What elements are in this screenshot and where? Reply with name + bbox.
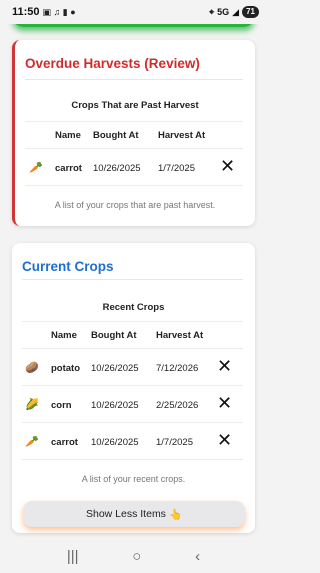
crop-name: corn (51, 400, 72, 411)
harvest-date: 1/7/2025 (156, 437, 193, 448)
current-title: Current Crops (22, 259, 114, 274)
delete-icon[interactable]: ✕ (217, 431, 232, 449)
divider (25, 79, 243, 80)
divider (22, 422, 243, 423)
harvest-date: 7/12/2026 (156, 363, 199, 374)
column-header-bought: Bought At (93, 130, 139, 141)
divider (22, 348, 243, 349)
recents-icon[interactable]: ||| (67, 548, 79, 565)
network-label: 5G (217, 7, 230, 17)
status-bar: 11:50 ▣ ♫ ▮ ● ⌖ 5G ◢ 71 (0, 0, 267, 24)
home-icon[interactable]: ○ (132, 548, 141, 565)
navigation-bar: ||| ○ ‹ (0, 540, 267, 573)
overdue-footnote: A list of your crops that are past harve… (54, 200, 216, 210)
pointing-up-icon: 👆 (168, 508, 183, 521)
potato-icon: 🥔 (25, 362, 39, 374)
column-header-bought: Bought At (91, 330, 137, 341)
column-header-harvest: Harvest At (158, 130, 206, 141)
divider (22, 279, 243, 280)
overdue-table-caption: Crops That are Past Harvest (71, 100, 199, 111)
divider (22, 459, 243, 460)
column-header-harvest: Harvest At (156, 330, 204, 341)
delete-icon[interactable]: ✕ (220, 157, 235, 175)
divider (22, 321, 243, 322)
delete-icon[interactable]: ✕ (217, 357, 232, 375)
harvest-date: 2/25/2026 (156, 400, 199, 411)
current-crops-card: Current Crops Recent Crops Name Bought A… (12, 243, 255, 533)
back-icon[interactable]: ‹ (195, 548, 200, 565)
delete-icon[interactable]: ✕ (217, 394, 232, 412)
bought-date: 10/26/2025 (93, 163, 141, 174)
bought-date: 10/26/2025 (91, 437, 139, 448)
divider (25, 148, 243, 149)
carrot-icon: 🥕 (25, 436, 39, 448)
overdue-harvests-card: Overdue Harvests (Review) Crops That are… (12, 40, 255, 226)
crop-name: carrot (51, 437, 78, 448)
show-less-label: Show Less Items (85, 508, 166, 520)
status-time: 11:50 (12, 6, 40, 18)
current-footnote: A list of your recent crops. (81, 474, 186, 484)
battery-icon: 71 (242, 6, 259, 18)
bought-date: 10/26/2025 (91, 363, 139, 374)
notification-icon: ▣ ♫ ▮ ● (42, 6, 76, 17)
divider (22, 385, 243, 386)
divider (25, 121, 243, 122)
bought-date: 10/26/2025 (91, 400, 139, 411)
column-header-name: Name (55, 130, 81, 141)
divider (25, 185, 243, 186)
show-less-button[interactable]: Show Less Items 👆 (23, 501, 245, 527)
crop-name: potato (51, 363, 81, 374)
signal-icon: ◢ (232, 6, 240, 17)
harvest-date: 1/7/2025 (158, 163, 195, 174)
corn-icon: 🌽 (25, 399, 39, 411)
column-header-name: Name (51, 330, 77, 341)
location-icon: ⌖ (209, 6, 215, 17)
carrot-icon: 🥕 (29, 162, 43, 174)
overdue-title: Overdue Harvests (Review) (25, 56, 200, 71)
crop-name: carrot (55, 163, 82, 174)
current-table-caption: Recent Crops (102, 302, 165, 313)
